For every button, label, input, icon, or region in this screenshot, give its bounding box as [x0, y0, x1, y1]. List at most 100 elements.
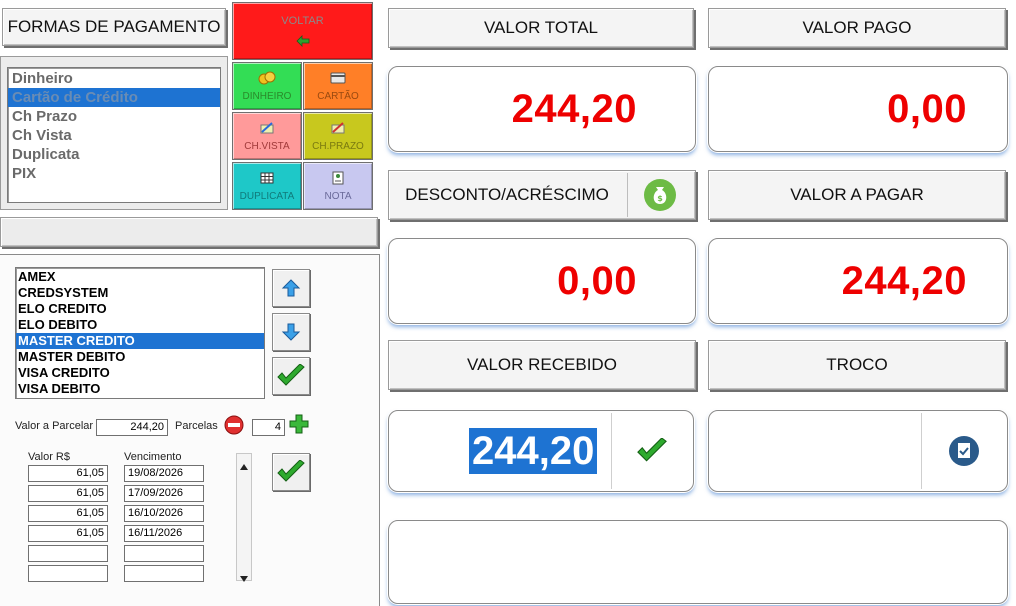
payment-method-item[interactable]: Dinheiro — [8, 69, 220, 88]
money-bag-icon: $ — [643, 179, 676, 211]
chvista-label: CH.VISTA — [244, 140, 290, 152]
valor-pago-label: VALOR PAGO — [802, 18, 912, 37]
installment-value-field[interactable]: 61,05 — [28, 465, 108, 482]
installments-table: Valor R$ Vencimento 61,05 19/08/2026 61,05… — [26, 451, 252, 582]
chvista-button[interactable]: CH.VISTA — [232, 112, 302, 160]
payment-methods-title: FORMAS DE PAGAMENTO — [2, 8, 226, 46]
confirm-recebido-button[interactable] — [611, 413, 691, 489]
decrease-parcelas-button[interactable] — [223, 414, 245, 436]
coins-icon — [258, 71, 276, 84]
document-check-icon — [948, 436, 979, 466]
col-vencimento-header: Vencimento — [124, 451, 182, 463]
checkmark-icon — [277, 460, 305, 482]
valor-total-value: 244,20 — [511, 86, 637, 131]
troco-confirm-button[interactable] — [921, 413, 1005, 489]
valor-recebido-header: VALOR RECEBIDO — [388, 340, 696, 390]
valor-parcelar-label: Valor a Parcelar — [15, 420, 94, 432]
card-brand-item[interactable]: MASTER DEBITO — [16, 349, 264, 365]
card-brand-item[interactable]: ELO CREDITO — [16, 301, 264, 317]
svg-text:$: $ — [657, 194, 663, 203]
payment-methods-list[interactable]: Dinheiro Cartão de Crédito Ch Prazo Ch Vist… — [7, 67, 221, 203]
arrow-down-icon — [281, 323, 301, 341]
card-brand-item[interactable]: MASTER CREDITO — [16, 333, 264, 349]
valor-total-box: 244,20 — [388, 66, 696, 152]
valor-a-pagar-label: VALOR A PAGAR — [790, 185, 924, 204]
payment-method-item[interactable]: Duplicata — [8, 145, 220, 164]
card-brand-item[interactable]: AMEX — [16, 269, 264, 285]
scroll-down-arrow-icon[interactable] — [240, 569, 248, 587]
dinheiro-label: DINHEIRO — [242, 90, 292, 102]
valor-parcelar-field[interactable]: 244,20 — [96, 419, 168, 436]
installment-value-field[interactable]: 61,05 — [28, 485, 108, 502]
payment-method-item[interactable]: Ch Vista — [8, 126, 220, 145]
bottom-info-box — [388, 520, 1008, 604]
installment-value-field[interactable] — [28, 545, 108, 562]
confirm-card-button[interactable] — [272, 357, 310, 395]
valor-a-pagar-header: VALOR A PAGAR — [708, 170, 1006, 220]
desconto-label: DESCONTO/ACRÉSCIMO — [405, 185, 609, 204]
valor-a-pagar-value: 244,20 — [841, 258, 967, 303]
move-up-button[interactable] — [272, 269, 310, 307]
valor-pago-box: 0,00 — [708, 66, 1008, 152]
chprazo-button[interactable]: CH.PRAZO — [303, 112, 373, 160]
card-brand-list[interactable]: AMEX CREDSYSTEM ELO CREDITO ELO DEBITO MASTE… — [15, 267, 265, 399]
voltar-label: VOLTAR — [281, 15, 324, 27]
checkmark-icon — [277, 364, 305, 386]
chprazo-label: CH.PRAZO — [312, 140, 364, 152]
grid-icon — [260, 172, 274, 183]
payment-method-item[interactable]: Cartão de Crédito — [8, 88, 220, 107]
troco-header: TROCO — [708, 340, 1006, 390]
payment-methods-title-text: FORMAS DE PAGAMENTO — [7, 17, 221, 36]
receipt-icon — [332, 171, 344, 184]
col-valor-header: Valor R$ — [28, 451, 70, 463]
dinheiro-button[interactable]: DINHEIRO — [232, 62, 302, 110]
cartao-button[interactable]: CARTÃO — [303, 62, 373, 110]
parcelas-field[interactable]: 4 — [252, 419, 285, 436]
installment-value-field[interactable]: 61,05 — [28, 505, 108, 522]
installments-scrollbar[interactable] — [236, 453, 252, 582]
valor-a-pagar-box: 244,20 — [708, 238, 1008, 324]
move-down-button[interactable] — [272, 313, 310, 351]
valor-recebido-label: VALOR RECEBIDO — [467, 355, 617, 374]
nota-button[interactable]: NOTA — [303, 162, 373, 210]
valor-pago-value: 0,00 — [887, 86, 967, 131]
installment-value-field[interactable]: 61,05 — [28, 525, 108, 542]
scroll-up-arrow-icon[interactable] — [240, 457, 248, 475]
card-brand-item[interactable]: VISA DEBITO — [16, 381, 264, 397]
valor-recebido-box: 244,20 — [388, 410, 694, 492]
arrow-up-icon — [281, 279, 301, 297]
card-brand-item[interactable]: CREDSYSTEM — [16, 285, 264, 301]
increase-parcelas-button[interactable] — [288, 413, 312, 437]
troco-box — [708, 410, 1008, 492]
cartao-label: CARTÃO — [317, 90, 359, 102]
plus-icon — [289, 414, 309, 434]
desconto-box: 0,00 — [388, 238, 696, 324]
valor-total-header: VALOR TOTAL — [388, 8, 694, 48]
installment-date-field[interactable]: 19/08/2026 — [124, 465, 204, 482]
installment-date-field[interactable]: 17/09/2026 — [124, 485, 204, 502]
check-pen-icon — [260, 121, 274, 133]
card-brand-item[interactable]: ELO DEBITO — [16, 317, 264, 333]
payment-method-item[interactable]: PIX — [8, 164, 220, 183]
back-arrow-icon — [295, 35, 309, 47]
installment-date-field[interactable]: 16/11/2026 — [124, 525, 204, 542]
installment-date-field[interactable]: 16/10/2026 — [124, 505, 204, 522]
installment-date-field[interactable] — [124, 545, 204, 562]
duplicata-label: DUPLICATA — [239, 190, 295, 202]
card-icon — [330, 72, 346, 83]
payment-method-item[interactable]: Ch Prazo — [8, 107, 220, 126]
installment-value-field[interactable] — [28, 565, 108, 582]
confirm-installments-button[interactable] — [272, 453, 310, 491]
card-brand-item[interactable]: VISA CREDITO — [16, 365, 264, 381]
desconto-button[interactable]: $ — [627, 173, 691, 217]
installment-date-field[interactable] — [124, 565, 204, 582]
nota-label: NOTA — [324, 190, 352, 202]
valor-pago-header: VALOR PAGO — [708, 8, 1006, 48]
valor-recebido-input[interactable]: 244,20 — [469, 428, 598, 474]
parcelas-label: Parcelas — [175, 420, 218, 432]
duplicata-button[interactable]: DUPLICATA — [232, 162, 302, 210]
voltar-button[interactable]: VOLTAR — [232, 2, 373, 60]
valor-total-label: VALOR TOTAL — [483, 18, 598, 37]
payment-methods-panel: Dinheiro Cartão de Crédito Ch Prazo Ch Vist… — [0, 56, 228, 210]
status-bar — [0, 217, 378, 247]
